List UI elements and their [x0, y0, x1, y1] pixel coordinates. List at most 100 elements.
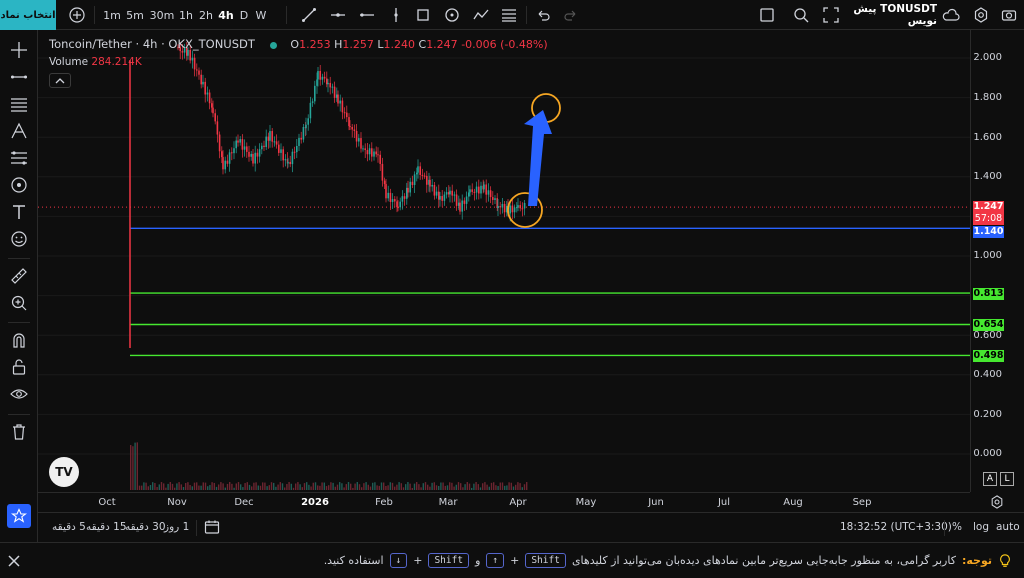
trend-line-icon[interactable]: [298, 0, 320, 30]
fullscreen-icon[interactable]: [820, 0, 842, 30]
lines-menu-icon[interactable]: [7, 92, 31, 116]
volume-bar: [286, 484, 288, 490]
camera-snapshot-icon[interactable]: [998, 0, 1020, 30]
range-5min[interactable]: 5 دقیقه: [52, 521, 86, 533]
low-value: 1.240: [383, 38, 416, 51]
timeframe-4h[interactable]: 4h: [216, 0, 236, 30]
volume-bar: [526, 482, 528, 490]
add-compare-icon[interactable]: [66, 0, 88, 30]
candle-body: [516, 207, 518, 209]
percent-toggle[interactable]: %: [952, 521, 962, 533]
text-tool-icon[interactable]: [7, 200, 31, 224]
candle-body: [449, 190, 451, 195]
time-label: Feb: [375, 497, 393, 508]
fib-retracement-icon[interactable]: [498, 0, 520, 30]
log-toggle[interactable]: log: [973, 521, 989, 533]
range-1day[interactable]: 1 روز: [164, 521, 189, 533]
top-toolbar: انتخاب نماد 1m 5m 30m 1h 2h 4h D W TONUS…: [0, 0, 1024, 30]
timeframe-w[interactable]: W: [253, 0, 269, 30]
zoom-in-icon[interactable]: [7, 291, 31, 315]
symbol-select-button[interactable]: انتخاب نماد: [0, 0, 56, 30]
collapse-legend-button[interactable]: [49, 73, 71, 88]
path-tool-icon[interactable]: [470, 0, 492, 30]
volume-bar: [156, 486, 158, 490]
horizontal-line-icon[interactable]: [356, 0, 378, 30]
timeframe-5m[interactable]: 5m: [124, 0, 146, 30]
timeframe-30m[interactable]: 30m: [149, 0, 175, 30]
visibility-dot-icon[interactable]: [269, 41, 277, 49]
volume-bar: [376, 485, 378, 490]
volume-bar: [510, 482, 512, 490]
timeframe-d[interactable]: D: [237, 0, 251, 30]
candle-body: [407, 187, 409, 193]
trash-icon[interactable]: [7, 420, 31, 444]
pitchfork-icon[interactable]: [7, 119, 31, 143]
horizontal-ray-icon[interactable]: [327, 0, 349, 30]
undo-icon[interactable]: [532, 0, 554, 30]
close-icon[interactable]: [8, 554, 20, 567]
timeframe-1h[interactable]: 1h: [176, 0, 196, 30]
time-label: 2026: [301, 497, 329, 508]
candle-body: [284, 159, 287, 161]
green-line-tag: 0.813: [973, 288, 1004, 300]
candle-body: [319, 71, 321, 80]
volume-bar: [369, 486, 372, 490]
favorites-star-icon[interactable]: [7, 504, 31, 528]
volume-bar: [310, 486, 312, 490]
eye-icon[interactable]: [7, 382, 31, 406]
volume-bar: [189, 484, 191, 490]
candle-body: [426, 175, 428, 185]
candle-body: [289, 161, 291, 165]
shift-key: Shift: [525, 553, 566, 568]
auto-toggle[interactable]: auto: [996, 521, 1020, 533]
lock-icon[interactable]: [7, 355, 31, 379]
auto-scale-button[interactable]: A: [983, 472, 997, 486]
cloud-save-icon[interactable]: [940, 0, 962, 30]
volume-bar: [455, 484, 457, 490]
trend-line-tool-icon[interactable]: [7, 65, 31, 89]
log-scale-button[interactable]: L: [1000, 472, 1014, 486]
range-30min[interactable]: 30 دقیقه: [125, 521, 166, 533]
crosshair-icon[interactable]: [7, 38, 31, 62]
ruler-icon[interactable]: [7, 264, 31, 288]
candle-body: [348, 117, 350, 127]
price-axis[interactable]: 2.000 1.800 1.600 1.400 1.000 0.600 0.40…: [970, 30, 1024, 492]
goto-date-icon[interactable]: [204, 519, 220, 538]
volume-bar: [308, 484, 310, 490]
volume-bar: [317, 485, 319, 490]
candle-body: [311, 101, 314, 103]
settings-gear-icon[interactable]: [970, 0, 992, 30]
volume-bar: [413, 483, 416, 490]
candle-body: [389, 192, 392, 202]
shapes-icon[interactable]: [7, 173, 31, 197]
rectangle-icon[interactable]: [412, 0, 434, 30]
vertical-line-icon[interactable]: [385, 0, 407, 30]
arrow-down-key: ↓: [389, 553, 408, 568]
emoji-icon[interactable]: [7, 227, 31, 251]
candle-body: [193, 57, 196, 70]
axis-settings-gear-icon[interactable]: [990, 495, 1004, 512]
zoom-search-icon[interactable]: [790, 0, 812, 30]
candle-body: [383, 180, 386, 185]
volume-bar: [383, 482, 385, 490]
candle-body: [419, 166, 421, 175]
candle-body: [333, 86, 336, 98]
time-axis[interactable]: Oct Nov Dec 2026 Feb Mar Apr May Jun Jul…: [38, 492, 970, 512]
tradingview-logo[interactable]: TV: [49, 457, 79, 487]
circle-tool-icon[interactable]: [441, 0, 463, 30]
timeframe-2h[interactable]: 2h: [196, 0, 216, 30]
candle-body: [483, 184, 485, 190]
price-chart[interactable]: [38, 30, 970, 492]
volume-bar: [405, 484, 407, 490]
range-15min[interactable]: 15 دقیقه: [86, 521, 127, 533]
volume-bar: [284, 487, 286, 490]
magnet-icon[interactable]: [7, 328, 31, 352]
layout-icon[interactable]: [756, 0, 778, 30]
lightbulb-icon: [1000, 553, 1010, 567]
candle-body: [373, 151, 375, 157]
redo-icon[interactable]: [560, 0, 582, 30]
volume-key: Volume: [49, 56, 89, 68]
fib-tool-icon[interactable]: [7, 146, 31, 170]
clock-timezone[interactable]: 18:32:52 (UTC+3:30): [840, 521, 952, 533]
timeframe-1m[interactable]: 1m: [101, 0, 123, 30]
